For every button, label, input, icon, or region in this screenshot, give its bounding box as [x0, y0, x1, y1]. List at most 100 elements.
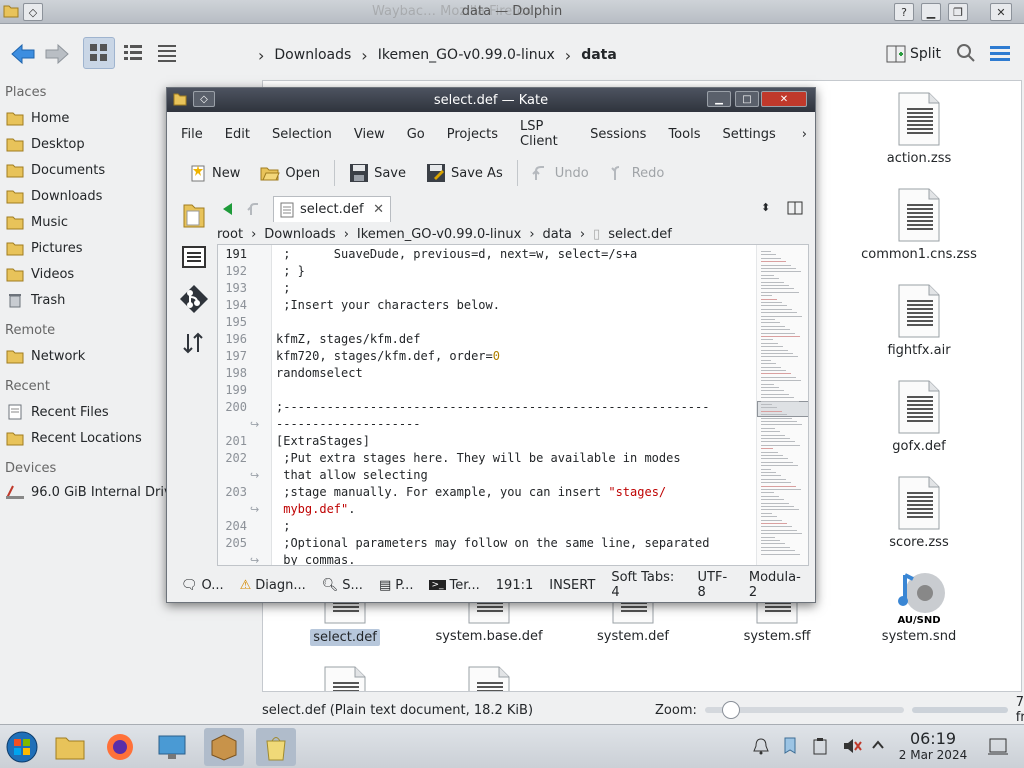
menu-edit[interactable]: Edit [211, 127, 258, 142]
taskbar-firefox[interactable] [100, 728, 140, 766]
file-item[interactable]: AU/SND system.snd [859, 569, 979, 644]
back-button[interactable] [8, 39, 38, 69]
taskbar-kate[interactable] [256, 728, 296, 766]
place-trash[interactable]: Trash [5, 289, 65, 311]
bc-select-def[interactable]: select.def [608, 227, 672, 242]
place-desktop[interactable]: Desktop [5, 133, 85, 155]
projects-status-button[interactable]: ▤ P... [371, 578, 422, 593]
kate-titlebar[interactable]: ◇ select.def — Kate ▁ □ ✕ [167, 88, 815, 112]
place-recent-files[interactable]: Recent Files [5, 401, 109, 423]
zoom-slider[interactable] [704, 701, 905, 719]
syntax-mode[interactable]: Modula-2 [741, 570, 813, 600]
tab-history-icon[interactable] [247, 202, 259, 216]
undo-button[interactable]: Undo [524, 159, 597, 187]
place-recent-locations[interactable]: Recent Locations [5, 427, 142, 449]
menu-overflow-chevron-icon[interactable]: › [784, 127, 815, 142]
terminal-status-button[interactable]: >_ Ter... [421, 578, 487, 593]
taskbar-package-installer[interactable] [204, 728, 244, 766]
tray-expand-chevron-up-icon[interactable] [870, 737, 886, 753]
place-documents[interactable]: Documents [5, 159, 105, 181]
git-panel-icon[interactable] [179, 284, 209, 314]
kate-close-button[interactable]: ✕ [761, 91, 807, 107]
split-button[interactable]: Split [886, 41, 941, 67]
compact-view-button[interactable] [117, 37, 149, 69]
icons-view-button[interactable] [83, 37, 115, 69]
outline-status-button[interactable]: 🗨 O... [173, 578, 232, 593]
breadcrumb-ikemen[interactable]: Ikemen_GO-v0.99.0-linux [378, 47, 555, 63]
bc-ikemen[interactable]: Ikemen_GO-v0.99.0-linux [357, 227, 521, 242]
split-editor-icon[interactable] [787, 201, 803, 215]
file-item[interactable]: gofx.def [859, 379, 979, 454]
tab-select-def[interactable]: select.def ✕ [273, 196, 391, 222]
details-view-button[interactable] [151, 37, 183, 69]
save-button[interactable]: Save [341, 159, 414, 187]
menu-selection[interactable]: Selection [258, 127, 340, 142]
encoding-setting[interactable]: UTF-8 [690, 570, 741, 600]
minimap-scrollbar[interactable] [756, 245, 808, 565]
notifications-icon[interactable] [752, 737, 770, 755]
kate-maximize-button[interactable]: □ [735, 91, 759, 107]
minimize-button[interactable]: ▁ [921, 3, 941, 21]
maximize-button[interactable]: ❐ [948, 3, 968, 21]
bc-downloads[interactable]: Downloads [264, 227, 335, 242]
tab-prev-icon[interactable] [221, 202, 233, 216]
search-status-button[interactable]: 🔍︎ S... [314, 578, 371, 593]
code-text-area[interactable]: ; SuaveDude, previous=d, next=w, select=… [276, 245, 746, 565]
tab-pin-icon[interactable]: ⬍ [761, 201, 770, 214]
documents-panel-icon[interactable] [179, 200, 209, 230]
file-item[interactable]: action.zss [859, 91, 979, 166]
file-item[interactable]: common1.cns.zss [859, 187, 979, 262]
updates-icon[interactable] [782, 735, 798, 755]
new-button[interactable]: New [181, 159, 248, 187]
open-button[interactable]: Open [252, 159, 328, 187]
close-button[interactable]: ✕ [990, 3, 1012, 21]
zoom-slider-handle[interactable] [721, 701, 740, 719]
cursor-position[interactable]: 191:1 [488, 578, 541, 593]
show-desktop-icon[interactable] [988, 737, 1008, 755]
place-videos[interactable]: Videos [5, 263, 74, 285]
place-downloads[interactable]: Downloads [5, 185, 102, 207]
forward-button[interactable] [42, 39, 72, 69]
place-music[interactable]: Music [5, 211, 68, 233]
bc-data[interactable]: data [543, 227, 572, 242]
menu-tools[interactable]: Tools [654, 127, 708, 142]
save-as-button[interactable]: Save As [418, 159, 511, 187]
indent-setting[interactable]: Soft Tabs: 4 [603, 570, 689, 600]
keep-above-button[interactable]: ? [894, 3, 914, 21]
breadcrumb-downloads[interactable]: Downloads [274, 47, 351, 63]
taskbar-system-settings[interactable] [152, 728, 192, 766]
menu-file[interactable]: File [167, 127, 211, 142]
volume-muted-icon[interactable] [842, 737, 862, 755]
menu-go[interactable]: Go [393, 127, 433, 142]
bc-root[interactable]: root [217, 227, 243, 242]
dolphin-titlebar[interactable]: ◇ Waybac… Mozilla Firefox data — Dolphin… [0, 0, 1024, 24]
search-icon[interactable] [956, 43, 976, 63]
file-item-partial[interactable] [429, 665, 549, 691]
symbols-panel-icon[interactable] [179, 328, 209, 358]
place-home[interactable]: Home [5, 107, 69, 129]
menu-projects[interactable]: Projects [433, 127, 506, 142]
file-item[interactable]: score.zss [859, 475, 979, 550]
menu-lsp-client[interactable]: LSP Client [506, 119, 576, 149]
clipboard-icon[interactable] [812, 737, 828, 755]
diagnostics-status-button[interactable]: ⚠ Diagn... [232, 578, 314, 593]
file-item-partial[interactable] [285, 665, 405, 691]
taskbar-file-manager[interactable] [50, 728, 90, 766]
start-menu-button[interactable] [2, 728, 42, 766]
code-editor[interactable]: 191 192 193 194 195 196 197 198 199 200 ↪ 201 202 ↪ 20… [217, 244, 809, 566]
tab-close-icon[interactable]: ✕ [373, 202, 384, 217]
place-pictures[interactable]: Pictures [5, 237, 82, 259]
device-internal-drive[interactable]: 96.0 GiB Internal Drive [5, 481, 175, 503]
file-item[interactable]: fightfx.air [859, 283, 979, 358]
hamburger-menu-icon[interactable] [990, 44, 1010, 62]
redo-button[interactable]: Redo [601, 159, 673, 187]
outline-panel-icon[interactable] [179, 242, 209, 272]
breadcrumb-data[interactable]: data [581, 47, 617, 63]
kate-minimize-button[interactable]: ▁ [707, 91, 731, 107]
menu-settings[interactable]: Settings [708, 127, 783, 142]
menu-sessions[interactable]: Sessions [576, 127, 654, 142]
menu-view[interactable]: View [340, 127, 393, 142]
digital-clock[interactable]: 06:19 2 Mar 2024 [898, 729, 968, 762]
place-network[interactable]: Network [5, 345, 85, 367]
input-mode[interactable]: INSERT [541, 578, 603, 593]
